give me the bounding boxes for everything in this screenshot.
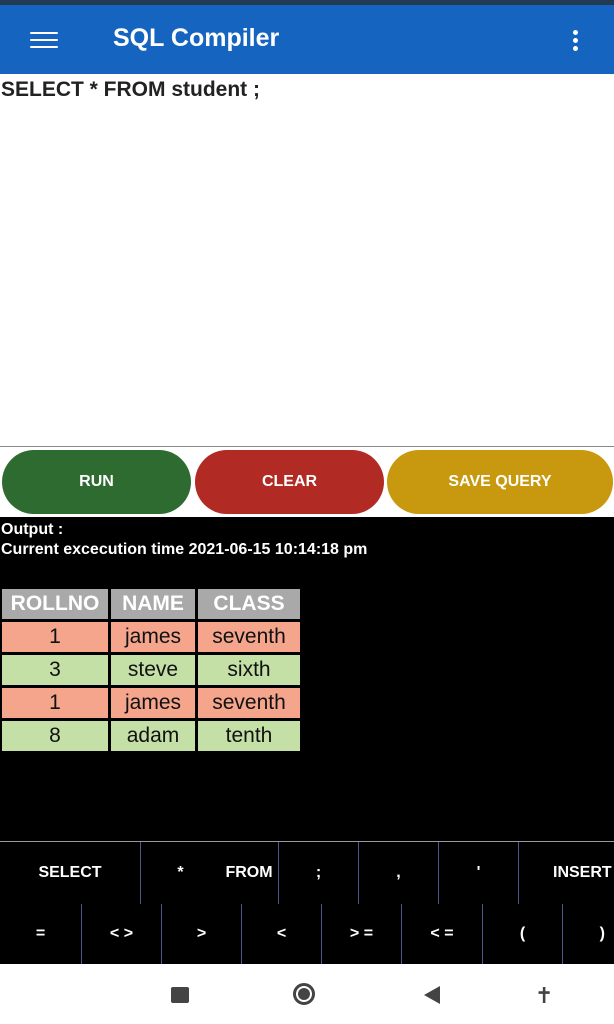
run-button[interactable]: RUN: [2, 450, 191, 514]
recents-icon[interactable]: [171, 987, 189, 1003]
accessibility-icon[interactable]: ✝: [535, 984, 553, 1009]
table-cell: james: [110, 621, 197, 654]
output-panel: Output : Current excecution time 2021-06…: [0, 517, 614, 841]
save-query-button[interactable]: SAVE QUERY: [387, 450, 613, 514]
more-options-icon[interactable]: [573, 30, 579, 52]
table-row: 3 steve sixth: [1, 654, 302, 687]
clear-button[interactable]: CLEAR: [195, 450, 384, 514]
key-not-equal[interactable]: < >: [81, 904, 161, 964]
table-header-row: ROLLNO NAME CLASS: [1, 588, 302, 621]
operator-bar: = < > > < > = < = ( ): [0, 904, 614, 964]
output-label: Output :: [1, 521, 64, 538]
table-cell: sixth: [197, 654, 302, 687]
result-table: ROLLNO NAME CLASS 1 james seventh 3 stev…: [1, 588, 302, 753]
key-semicolon[interactable]: ;: [278, 842, 358, 904]
table-cell: 8: [1, 720, 110, 753]
table-row: 8 adam tenth: [1, 720, 302, 753]
table-cell: 1: [1, 621, 110, 654]
key-quote[interactable]: ': [438, 842, 518, 904]
table-cell: james: [110, 687, 197, 720]
query-text[interactable]: SELECT * FROM student ;: [1, 78, 260, 102]
key-greater-equal[interactable]: > =: [321, 904, 401, 964]
key-comma[interactable]: ,: [358, 842, 438, 904]
column-header: CLASS: [197, 588, 302, 621]
menu-icon[interactable]: [30, 32, 58, 48]
key-equals[interactable]: =: [0, 904, 81, 964]
table-cell: tenth: [197, 720, 302, 753]
table-cell: adam: [110, 720, 197, 753]
table-cell: 1: [1, 687, 110, 720]
table-row: 1 james seventh: [1, 687, 302, 720]
column-header: ROLLNO: [1, 588, 110, 621]
key-select[interactable]: SELECT: [0, 842, 140, 904]
key-star[interactable]: *: [140, 842, 220, 904]
back-icon[interactable]: [424, 986, 440, 1004]
column-header: NAME: [110, 588, 197, 621]
table-cell: 3: [1, 654, 110, 687]
key-close-paren[interactable]: ): [562, 904, 614, 964]
key-greater[interactable]: >: [161, 904, 241, 964]
key-less-equal[interactable]: < =: [401, 904, 482, 964]
table-cell: steve: [110, 654, 197, 687]
table-row: 1 james seventh: [1, 621, 302, 654]
query-editor[interactable]: SELECT * FROM student ;: [0, 74, 614, 447]
home-icon[interactable]: [293, 983, 315, 1005]
action-buttons: RUN CLEAR SAVE QUERY: [0, 447, 614, 517]
app-title: SQL Compiler: [113, 24, 280, 52]
table-cell: seventh: [197, 621, 302, 654]
system-nav-bar: ✝: [0, 964, 614, 1024]
app-bar: SQL Compiler: [0, 5, 614, 74]
key-from[interactable]: FROM: [220, 842, 278, 904]
table-cell: seventh: [197, 687, 302, 720]
key-open-paren[interactable]: (: [482, 904, 562, 964]
keyword-bar: SELECT * FROM ; , ' INSERT: [0, 841, 614, 904]
key-less[interactable]: <: [241, 904, 321, 964]
key-insert[interactable]: INSERT: [518, 842, 614, 904]
execution-time: Current excecution time 2021-06-15 10:14…: [1, 541, 368, 558]
